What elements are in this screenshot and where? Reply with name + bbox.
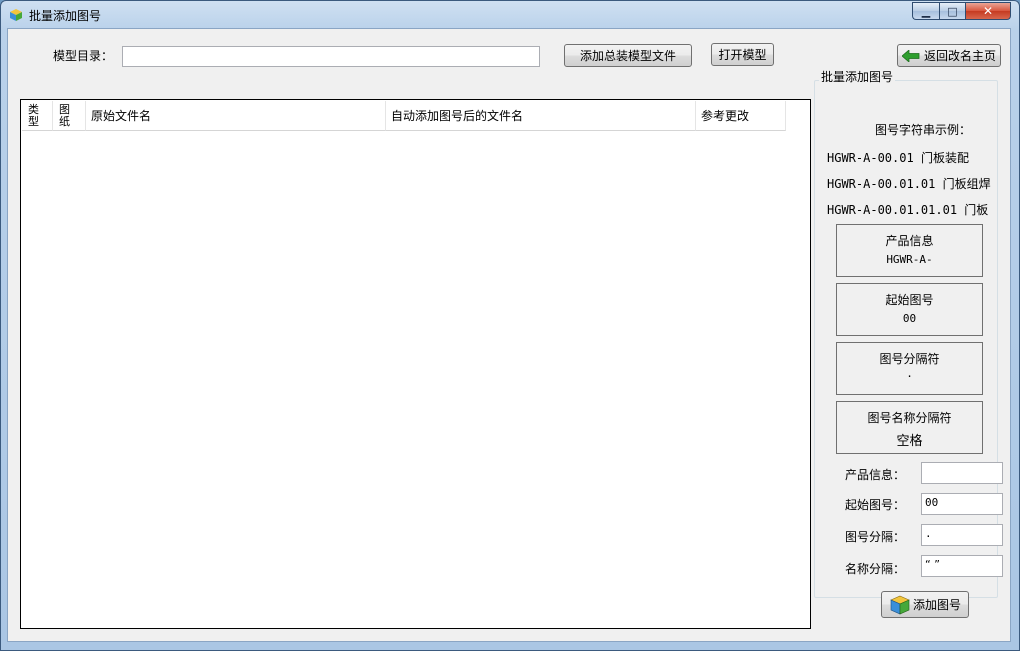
back-label: 返回改名主页 [923, 49, 996, 63]
name-separator-label: 名称分隔： [845, 562, 906, 576]
title-bar[interactable]: 批量添加图号 ▁ □ ✕ [1, 1, 1019, 29]
model-dir-input[interactable] [122, 46, 540, 67]
number-separator-input[interactable]: . [921, 524, 1003, 546]
product-info-label: 产品信息： [845, 468, 906, 482]
column-header-new-name-label: 自动添加图号后的文件名 [391, 109, 524, 123]
example-line-1: HGWR-A-00.01 门板装配 [827, 149, 969, 166]
add-assembly-label: 添加总装模型文件 [579, 49, 676, 63]
model-dir-label: 模型目录： [53, 49, 114, 63]
example-code-3: HGWR-A-00.01.01.01 [827, 203, 958, 217]
product-info-card-value: HGWR-A- [886, 253, 933, 266]
window-title: 批量添加图号 [29, 9, 102, 23]
start-number-card-value: 00 [902, 312, 917, 325]
add-assembly-button[interactable]: 添加总装模型文件 [564, 44, 692, 67]
number-separator-label: 图号分隔： [845, 530, 906, 544]
number-separator-card-value: . [906, 367, 913, 380]
add-drawing-number-icon [890, 595, 910, 614]
example-name-3: 门板 [964, 203, 989, 217]
add-drawing-number-button[interactable]: 添加图号 [881, 591, 969, 618]
app-cube-icon [10, 9, 22, 21]
start-number-card-title: 起始图号 [885, 293, 934, 307]
back-to-home-button[interactable]: 返回改名主页 [897, 44, 1001, 67]
start-number-card: 起始图号 00 [836, 283, 983, 336]
open-model-label: 打开模型 [718, 48, 767, 62]
example-heading: 图号字符串示例： [875, 123, 972, 137]
name-separator-card-value: 空格 [896, 434, 923, 449]
window-controls: ▁ □ ✕ [912, 2, 1011, 21]
start-number-input[interactable]: 00 [921, 493, 1003, 515]
name-separator-card: 图号名称分隔符 空格 [836, 401, 983, 454]
column-header-reference-change-label: 参考更改 [701, 109, 750, 123]
panel-title: 批量添加图号 [819, 68, 896, 85]
column-header-new-name[interactable]: 自动添加图号后的文件名 [386, 101, 696, 131]
name-separator-card-title: 图号名称分隔符 [867, 411, 952, 425]
start-number-label: 起始图号： [845, 498, 906, 512]
number-separator-card-title: 图号分隔符 [879, 352, 940, 366]
add-drawing-number-label: 添加图号 [912, 598, 961, 612]
close-button[interactable]: ✕ [965, 2, 1011, 20]
open-model-button[interactable]: 打开模型 [711, 43, 774, 66]
example-name-1: 门板装配 [920, 151, 969, 165]
maximize-button[interactable]: □ [939, 2, 965, 20]
column-header-type-label: 类型 [28, 102, 39, 128]
product-info-card: 产品信息 HGWR-A- [836, 224, 983, 277]
minimize-icon: ▁ [921, 4, 931, 18]
name-separator-input[interactable]: “ ” [921, 555, 1003, 577]
file-list[interactable]: 类型 图纸 原始文件名 自动添加图号后的文件名 参考更改 [20, 99, 811, 629]
column-header-drawing[interactable]: 图纸 [53, 101, 86, 131]
example-code-2: HGWR-A-00.01.01 [827, 177, 936, 191]
column-header-drawing-label: 图纸 [59, 102, 70, 128]
column-header-reference-change[interactable]: 参考更改 [696, 101, 786, 131]
maximize-icon: □ [947, 4, 958, 18]
back-arrow-icon [901, 49, 920, 62]
product-info-card-title: 产品信息 [885, 234, 934, 248]
column-header-original-name[interactable]: 原始文件名 [86, 101, 386, 131]
close-icon: ✕ [982, 4, 994, 18]
column-header-original-name-label: 原始文件名 [91, 109, 152, 123]
example-name-2: 门板组焊 [942, 177, 991, 191]
column-header-type[interactable]: 类型 [22, 101, 53, 131]
example-line-2: HGWR-A-00.01.01 门板组焊 [827, 175, 991, 192]
minimize-button[interactable]: ▁ [912, 2, 939, 20]
example-line-3: HGWR-A-00.01.01.01 门板 [827, 201, 988, 218]
product-info-input[interactable] [921, 462, 1003, 484]
number-separator-card: 图号分隔符 . [836, 342, 983, 395]
example-code-1: HGWR-A-00.01 [827, 151, 914, 165]
